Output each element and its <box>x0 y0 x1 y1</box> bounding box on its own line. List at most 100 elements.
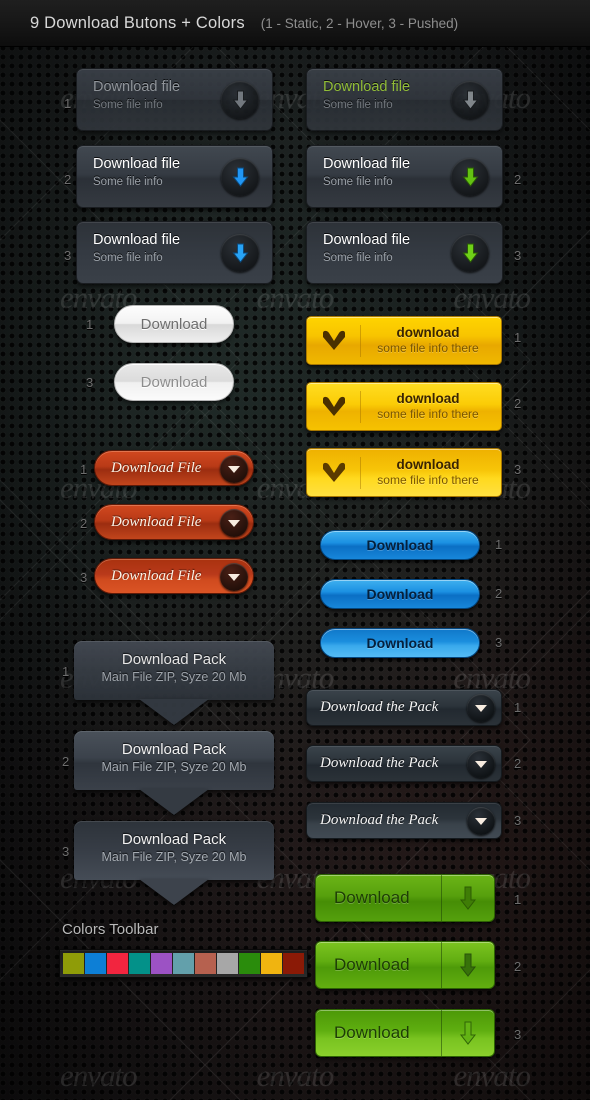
download-blue-pill-pushed[interactable]: Download <box>320 628 480 658</box>
download-pill-white-static[interactable]: Download <box>114 305 234 343</box>
state-number: 2 <box>80 516 88 531</box>
button-title: download <box>396 391 460 406</box>
download-yellow-button-pushed[interactable]: download some file info there <box>306 448 502 497</box>
button-subtitle: Main File ZIP, Syze 20 Mb <box>101 760 247 774</box>
download-pack-button-pushed[interactable]: Download Pack Main File ZIP, Syze 20 Mb <box>74 821 274 905</box>
arrow-tail-icon <box>139 789 209 815</box>
state-legend: (1 - Static, 2 - Hover, 3 - Pushed) <box>260 15 459 31</box>
color-swatch-2[interactable] <box>107 953 128 974</box>
state-number: 2 <box>62 754 70 769</box>
state-number: 1 <box>64 96 72 111</box>
state-number: 1 <box>62 664 70 679</box>
arrow-down-icon <box>451 234 489 272</box>
color-swatch-10[interactable] <box>283 953 304 974</box>
state-number: 2 <box>514 959 522 974</box>
button-label: Download <box>320 579 480 609</box>
download-blue-pill-hover[interactable]: Download <box>320 579 480 609</box>
color-swatch-0[interactable] <box>63 953 84 974</box>
download-the-pack-button-hover[interactable]: Download the Pack <box>306 745 502 782</box>
button-label: Download <box>114 305 234 343</box>
button-subtitle: Main File ZIP, Syze 20 Mb <box>101 850 247 864</box>
button-title: Download Pack <box>121 741 227 758</box>
arrow-down-icon <box>442 875 494 921</box>
state-number: 2 <box>514 172 522 187</box>
arrow-tail-icon <box>139 879 209 905</box>
state-number: 3 <box>495 635 503 650</box>
button-label: Download <box>316 875 442 921</box>
button-label: Download the Pack <box>320 699 439 715</box>
triangle-down-icon <box>220 509 248 537</box>
button-subtitle: Main File ZIP, Syze 20 Mb <box>101 670 247 684</box>
color-swatch-5[interactable] <box>173 953 194 974</box>
color-swatch-6[interactable] <box>195 953 216 974</box>
color-swatch-8[interactable] <box>239 953 260 974</box>
state-number: 2 <box>64 172 72 187</box>
heart-icon <box>307 324 361 357</box>
download-pill-white-pushed[interactable]: Download <box>114 363 234 401</box>
download-file-button-hover[interactable]: Download file Some file info <box>76 145 273 208</box>
button-title: download <box>396 457 460 472</box>
triangle-down-icon <box>467 694 495 722</box>
color-swatch-4[interactable] <box>151 953 172 974</box>
colors-toolbar-title: Colors Toolbar <box>62 921 159 938</box>
color-swatch-9[interactable] <box>261 953 282 974</box>
poster-header: 9 Download Butons + Colors (1 - Static, … <box>0 0 590 47</box>
state-number: 3 <box>80 570 88 585</box>
color-swatch-3[interactable] <box>129 953 150 974</box>
button-label: Download <box>114 363 234 401</box>
button-label: Download the Pack <box>320 755 439 771</box>
color-swatch-1[interactable] <box>85 953 106 974</box>
download-file-red-button-hover[interactable]: Download File <box>94 504 254 540</box>
arrow-down-icon <box>451 81 489 119</box>
button-label: Download <box>316 1010 442 1056</box>
state-number: 3 <box>514 248 522 263</box>
download-pack-button-hover[interactable]: Download Pack Main File ZIP, Syze 20 Mb <box>74 731 274 815</box>
download-the-pack-button-pushed[interactable]: Download the Pack <box>306 802 502 839</box>
download-file-red-button-pushed[interactable]: Download File <box>94 558 254 594</box>
page-title: 9 Download Butons + Colors <box>30 13 245 32</box>
download-yellow-button-static[interactable]: download some file info there <box>306 316 502 365</box>
state-number: 2 <box>514 396 522 411</box>
state-number: 1 <box>80 462 88 477</box>
button-title: Download Pack <box>121 831 227 848</box>
heart-icon <box>307 456 361 489</box>
heart-icon <box>307 390 361 423</box>
state-number: 3 <box>514 813 522 828</box>
state-number: 1 <box>495 537 503 552</box>
button-label: Download <box>316 942 442 988</box>
color-swatch-7[interactable] <box>217 953 238 974</box>
button-title: download <box>396 325 460 340</box>
poster-canvas: envato envato envato envato envato envat… <box>0 0 590 1100</box>
arrow-down-icon <box>221 81 259 119</box>
download-green-button-static[interactable]: Download <box>315 874 495 922</box>
triangle-down-icon <box>220 563 248 591</box>
triangle-down-icon <box>220 455 248 483</box>
arrow-down-icon <box>442 1010 494 1056</box>
triangle-down-icon <box>467 807 495 835</box>
button-label: Download <box>320 530 480 560</box>
download-file-red-button-static[interactable]: Download File <box>94 450 254 486</box>
button-title: Download Pack <box>121 651 227 668</box>
download-the-pack-button-static[interactable]: Download the Pack <box>306 689 502 726</box>
state-number: 3 <box>64 248 72 263</box>
download-green-button-hover[interactable]: Download <box>315 941 495 989</box>
state-number: 3 <box>62 844 70 859</box>
colors-toolbar[interactable] <box>59 949 308 978</box>
state-number: 1 <box>514 330 522 345</box>
state-number: 3 <box>514 462 522 477</box>
download-file-green-button-pushed[interactable]: Download file Some file info <box>306 221 503 284</box>
download-green-button-pushed[interactable]: Download <box>315 1009 495 1057</box>
download-file-green-button-hover[interactable]: Download file Some file info <box>306 145 503 208</box>
state-number: 1 <box>514 892 522 907</box>
download-blue-pill-static[interactable]: Download <box>320 530 480 560</box>
download-file-button-pushed[interactable]: Download file Some file info <box>76 221 273 284</box>
download-yellow-button-hover[interactable]: download some file info there <box>306 382 502 431</box>
download-file-button-static[interactable]: Download file Some file info <box>76 68 273 131</box>
download-file-green-button-static[interactable]: Download file Some file info <box>306 68 503 131</box>
button-label: Download File <box>111 567 202 584</box>
download-pack-button-static[interactable]: Download Pack Main File ZIP, Syze 20 Mb <box>74 641 274 725</box>
triangle-down-icon <box>467 750 495 778</box>
state-number: 2 <box>495 586 503 601</box>
arrow-down-icon <box>442 942 494 988</box>
button-subtitle: some file info there <box>377 341 479 355</box>
